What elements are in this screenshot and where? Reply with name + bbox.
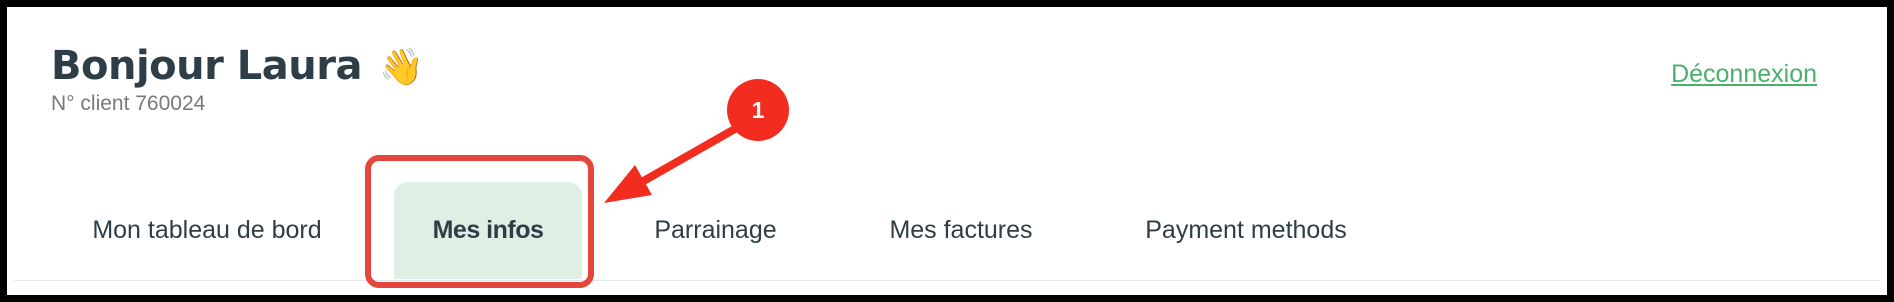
- tab-bar: Mon tableau de bord Mes infos Parrainage…: [7, 182, 1887, 282]
- logout-link[interactable]: Déconnexion: [1671, 60, 1817, 89]
- greeting-text: Bonjour Laura: [51, 43, 362, 89]
- tab-referral[interactable]: Parrainage: [647, 182, 784, 279]
- tab-payment-methods[interactable]: Payment methods: [1143, 182, 1349, 279]
- page-title: Bonjour Laura 👋: [51, 43, 424, 89]
- page-frame: Bonjour Laura 👋 N° client 760024 Déconne…: [0, 0, 1894, 302]
- tab-dashboard[interactable]: Mon tableau de bord: [87, 182, 327, 279]
- client-number: N° client 760024: [51, 92, 206, 115]
- highlight-box: [365, 155, 594, 288]
- waving-hand-icon: 👋: [379, 47, 424, 88]
- tab-divider: [14, 280, 1880, 281]
- tab-invoices[interactable]: Mes factures: [885, 182, 1037, 279]
